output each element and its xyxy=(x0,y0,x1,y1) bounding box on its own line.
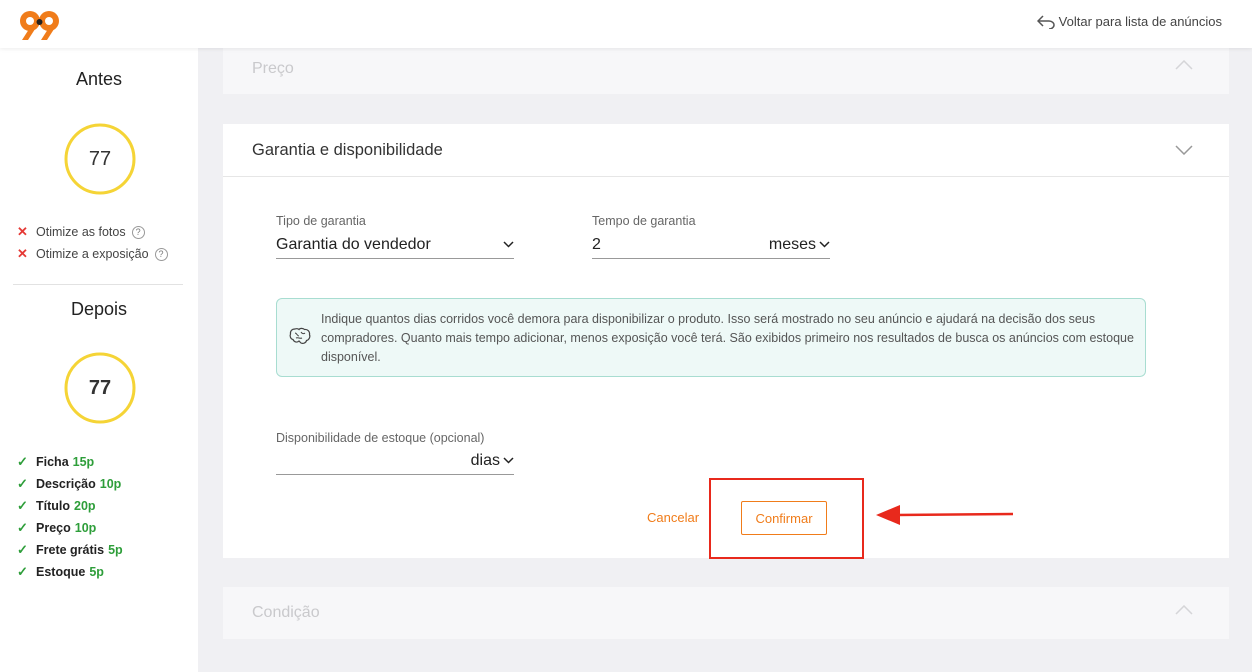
warranty-time-value: 2 xyxy=(592,236,601,253)
score-item-label: Estoque xyxy=(36,565,86,579)
warranty-section-title: Garantia e disponibilidade xyxy=(252,141,443,159)
score-item-descricao: ✓ Descrição 10p xyxy=(17,476,121,492)
check-icon: ✓ xyxy=(17,476,28,491)
tip-optimize-exposure: ✕ Otimize a exposição ? xyxy=(17,246,168,262)
score-item-titulo: ✓ Título 20p xyxy=(17,498,96,514)
header-divider xyxy=(223,176,1229,177)
info-text: Indique quantos dias corridos você demor… xyxy=(321,312,1134,364)
tip-label: Otimize a exposição xyxy=(36,247,149,261)
annotation-arrow xyxy=(876,505,1014,525)
before-title: Antes xyxy=(75,69,123,89)
stock-availability-field[interactable]: dias xyxy=(276,451,514,475)
after-score-ring: 77 xyxy=(63,351,137,425)
after-title: Depois xyxy=(70,299,128,319)
availability-info-box: Indique quantos dias corridos você demor… xyxy=(276,298,1146,377)
x-icon: ✕ xyxy=(17,246,28,261)
price-section[interactable]: Preço xyxy=(223,48,1229,94)
chevron-up-icon xyxy=(1175,60,1193,70)
score-item-points: 5p xyxy=(89,565,104,579)
chevron-up-icon xyxy=(1175,605,1193,615)
tip-label: Otimize as fotos xyxy=(36,225,126,239)
score-sidebar: Antes 77 ✕ Otimize as fotos ? ✕ Otimize … xyxy=(0,48,198,672)
score-item-estoque: ✓ Estoque 5p xyxy=(17,564,104,580)
annotation-highlight-box xyxy=(709,478,864,559)
back-link-label: Voltar para lista de anúncios xyxy=(1058,14,1222,29)
warranty-type-label: Tipo de garantia xyxy=(276,214,366,228)
back-to-listings-link[interactable]: Voltar para lista de anúncios xyxy=(1036,14,1222,29)
score-item-label: Ficha xyxy=(36,455,69,469)
score-item-ficha: ✓ Ficha 15p xyxy=(17,454,94,470)
x-icon: ✕ xyxy=(17,224,28,239)
score-item-frete: ✓ Frete grátis 5p xyxy=(17,542,123,558)
warranty-type-select[interactable]: Garantia do vendedor xyxy=(276,235,514,259)
score-item-label: Preço xyxy=(36,521,71,535)
brain-icon xyxy=(289,327,311,344)
score-item-points: 10p xyxy=(99,477,122,491)
score-item-points: 15p xyxy=(72,455,95,469)
tip-optimize-photos: ✕ Otimize as fotos ? xyxy=(17,224,145,240)
check-icon: ✓ xyxy=(17,498,28,513)
score-item-label: Frete grátis xyxy=(36,543,105,557)
back-arrow-icon xyxy=(1036,14,1055,29)
warranty-time-unit[interactable]: meses xyxy=(769,236,816,254)
warranty-time-field[interactable]: 2 meses xyxy=(592,235,830,259)
chevron-down-icon xyxy=(819,241,830,248)
score-item-points: 20p xyxy=(74,499,96,513)
chevron-down-icon xyxy=(503,457,514,464)
score-item-label: Título xyxy=(36,499,71,513)
warranty-time-label: Tempo de garantia xyxy=(592,214,696,228)
chevron-down-icon xyxy=(503,241,514,248)
condition-section[interactable]: Condição xyxy=(223,587,1229,639)
price-section-title: Preço xyxy=(252,60,294,77)
sidebar-divider xyxy=(13,284,183,285)
after-score: 77 xyxy=(88,376,112,399)
check-icon: ✓ xyxy=(17,520,28,535)
check-icon: ✓ xyxy=(17,542,28,557)
stock-availability-label: Disponibilidade de estoque (opcional) xyxy=(276,431,485,445)
warranty-type-value: Garantia do vendedor xyxy=(276,236,431,253)
score-item-points: 5p xyxy=(108,543,123,557)
condition-section-title: Condição xyxy=(252,604,320,621)
cancel-button[interactable]: Cancelar xyxy=(647,510,699,525)
app-logo[interactable] xyxy=(18,8,62,42)
stock-availability-unit[interactable]: dias xyxy=(471,452,500,470)
chevron-down-icon[interactable] xyxy=(1175,145,1193,155)
help-icon[interactable]: ? xyxy=(131,225,145,239)
before-score: 77 xyxy=(88,147,112,170)
check-icon: ✓ xyxy=(17,564,28,579)
top-bar: Voltar para lista de anúncios xyxy=(0,0,1252,48)
score-item-points: 10p xyxy=(74,521,97,535)
check-icon: ✓ xyxy=(17,454,28,469)
help-icon[interactable]: ? xyxy=(154,247,168,261)
score-item-label: Descrição xyxy=(36,477,96,491)
score-item-preco: ✓ Preço 10p xyxy=(17,520,96,536)
before-score-ring: 77 xyxy=(63,122,137,196)
